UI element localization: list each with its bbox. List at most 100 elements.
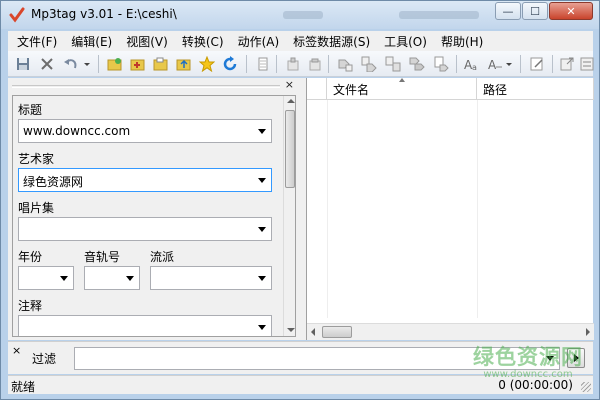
app-window: Mp3tag v3.01 - E:\ceshi\ — ☐ ✕ 文件(F) 编辑(… <box>0 0 600 400</box>
text-file-tag-icon[interactable] <box>432 55 450 73</box>
open-folder-up-icon[interactable] <box>175 55 193 73</box>
undo-icon[interactable] <box>62 55 80 73</box>
status-bar: 就绪 0 (00:00:00) <box>8 375 593 394</box>
toolbar-separator <box>246 55 247 73</box>
filter-label: 过滤 <box>32 352 57 366</box>
toolbar-separator <box>98 55 99 73</box>
actions-dropdown-icon[interactable] <box>504 55 514 73</box>
filter-input[interactable] <box>74 347 560 370</box>
chevron-down-icon[interactable] <box>546 356 554 361</box>
paste-tag-icon[interactable] <box>306 55 324 73</box>
maximize-button[interactable]: ☐ <box>522 2 548 20</box>
svg-text:a: a <box>472 63 477 72</box>
file-list-hscrollbar[interactable] <box>307 323 594 340</box>
toolbar-separator <box>456 55 457 73</box>
close-button[interactable]: ✕ <box>549 2 593 20</box>
filter-close-icon[interactable]: × <box>12 344 21 357</box>
menu-edit[interactable]: 编辑(E) <box>64 33 119 50</box>
document-icon[interactable] <box>254 55 272 73</box>
tag-panel: 标题 www.downcc.com 艺术家 绿色资源网 唱片集 年份 音轨号 流… <box>12 95 296 337</box>
menu-tag-sources[interactable]: 标签数据源(S) <box>286 33 377 50</box>
genre-field[interactable] <box>150 266 272 290</box>
artist-field[interactable]: 绿色资源网 <box>18 168 272 192</box>
year-field[interactable] <box>18 266 74 290</box>
actions-icon[interactable]: A <box>486 55 504 73</box>
tag-filename-icon[interactable] <box>336 55 354 73</box>
window-controls: — ☐ ✕ <box>494 2 593 20</box>
comment-field[interactable] <box>18 315 272 336</box>
filter-apply-button[interactable] <box>567 348 585 368</box>
chevron-down-icon[interactable] <box>258 129 266 134</box>
tag-panel-scrollbar[interactable] <box>283 96 295 336</box>
tag-panel-close-icon[interactable]: × <box>285 78 294 91</box>
favorite-star-icon[interactable] <box>198 55 216 73</box>
year-label: 年份 <box>18 250 43 264</box>
tag-panel-header[interactable]: × <box>8 78 296 94</box>
menu-tools[interactable]: 工具(O) <box>377 33 434 50</box>
menu-view[interactable]: 视图(V) <box>119 33 175 50</box>
title-label: 标题 <box>18 103 43 117</box>
case-convert-icon[interactable]: Aa <box>462 55 480 73</box>
toolbar-separator <box>276 55 277 73</box>
open-folder-icon[interactable] <box>106 55 124 73</box>
status-text: 就绪 <box>11 380 36 394</box>
svg-text:A: A <box>488 58 497 72</box>
remove-tag-icon[interactable] <box>38 55 56 73</box>
column-header-label: 路径 <box>483 83 508 97</box>
window-title: Mp3tag v3.01 - E:\ceshi\ <box>31 7 177 21</box>
minimize-button[interactable]: — <box>495 2 521 20</box>
undo-dropdown-icon[interactable] <box>82 55 92 73</box>
genre-label: 流派 <box>150 250 175 264</box>
blurred-title-region <box>283 11 323 19</box>
options-icon[interactable] <box>578 55 596 73</box>
filter-bar: × 过滤 <box>8 341 593 374</box>
menu-file[interactable]: 文件(F) <box>10 33 64 50</box>
panel-grip[interactable] <box>12 85 280 88</box>
artist-value: 绿色资源网 <box>23 175 84 189</box>
chevron-down-icon[interactable] <box>126 276 134 281</box>
column-header-status[interactable] <box>307 78 327 100</box>
scroll-down-icon[interactable] <box>287 328 295 332</box>
comment-label: 注释 <box>18 299 43 313</box>
resize-grip-icon[interactable] <box>581 382 591 392</box>
scrollbar-thumb[interactable] <box>322 326 352 338</box>
add-directory-icon[interactable] <box>129 55 147 73</box>
status-count: 0 (00:00:00) <box>498 378 573 392</box>
menu-convert[interactable]: 转换(C) <box>175 33 231 50</box>
scrollbar-thumb[interactable] <box>285 110 295 188</box>
filename-filename-icon[interactable] <box>384 55 402 73</box>
chevron-down-icon[interactable] <box>258 276 266 281</box>
chevron-down-icon[interactable] <box>258 178 266 183</box>
toolbar-separator <box>520 55 521 73</box>
save-icon[interactable] <box>14 55 32 73</box>
filename-tag-icon[interactable] <box>360 55 378 73</box>
file-list[interactable]: 文件名 路径 <box>306 78 594 340</box>
column-header-path[interactable]: 路径 <box>477 78 594 100</box>
title-bar[interactable]: Mp3tag v3.01 - E:\ceshi\ — ☐ ✕ <box>1 1 599 29</box>
refresh-icon[interactable] <box>221 55 239 73</box>
edit-icon[interactable] <box>528 55 546 73</box>
main-area: × 标题 www.downcc.com 艺术家 绿色资源网 唱片集 年份 音轨号… <box>8 78 594 340</box>
title-field[interactable]: www.downcc.com <box>18 119 272 143</box>
chevron-down-icon[interactable] <box>258 325 266 330</box>
track-field[interactable] <box>84 266 140 290</box>
scroll-left-icon[interactable] <box>311 328 315 336</box>
copy-tag-icon[interactable] <box>284 55 302 73</box>
blurred-title-region <box>399 11 479 19</box>
add-folder-icon[interactable] <box>152 55 170 73</box>
tag-tag-icon[interactable] <box>408 55 426 73</box>
export-icon[interactable] <box>558 55 576 73</box>
artist-label: 艺术家 <box>18 152 55 166</box>
menu-bar: 文件(F) 编辑(E) 视图(V) 转换(C) 动作(A) 标签数据源(S) 工… <box>8 31 593 51</box>
column-header-label: 文件名 <box>333 83 370 97</box>
album-label: 唱片集 <box>18 201 55 215</box>
album-field[interactable] <box>18 217 272 241</box>
menu-help[interactable]: 帮助(H) <box>434 33 490 50</box>
chevron-down-icon[interactable] <box>60 276 68 281</box>
column-header-filename[interactable]: 文件名 <box>327 78 477 100</box>
menu-actions[interactable]: 动作(A) <box>231 33 287 50</box>
scroll-up-icon[interactable] <box>287 99 295 103</box>
scroll-right-icon[interactable] <box>586 328 590 336</box>
chevron-down-icon[interactable] <box>258 227 266 232</box>
toolbar-separator <box>552 55 553 73</box>
